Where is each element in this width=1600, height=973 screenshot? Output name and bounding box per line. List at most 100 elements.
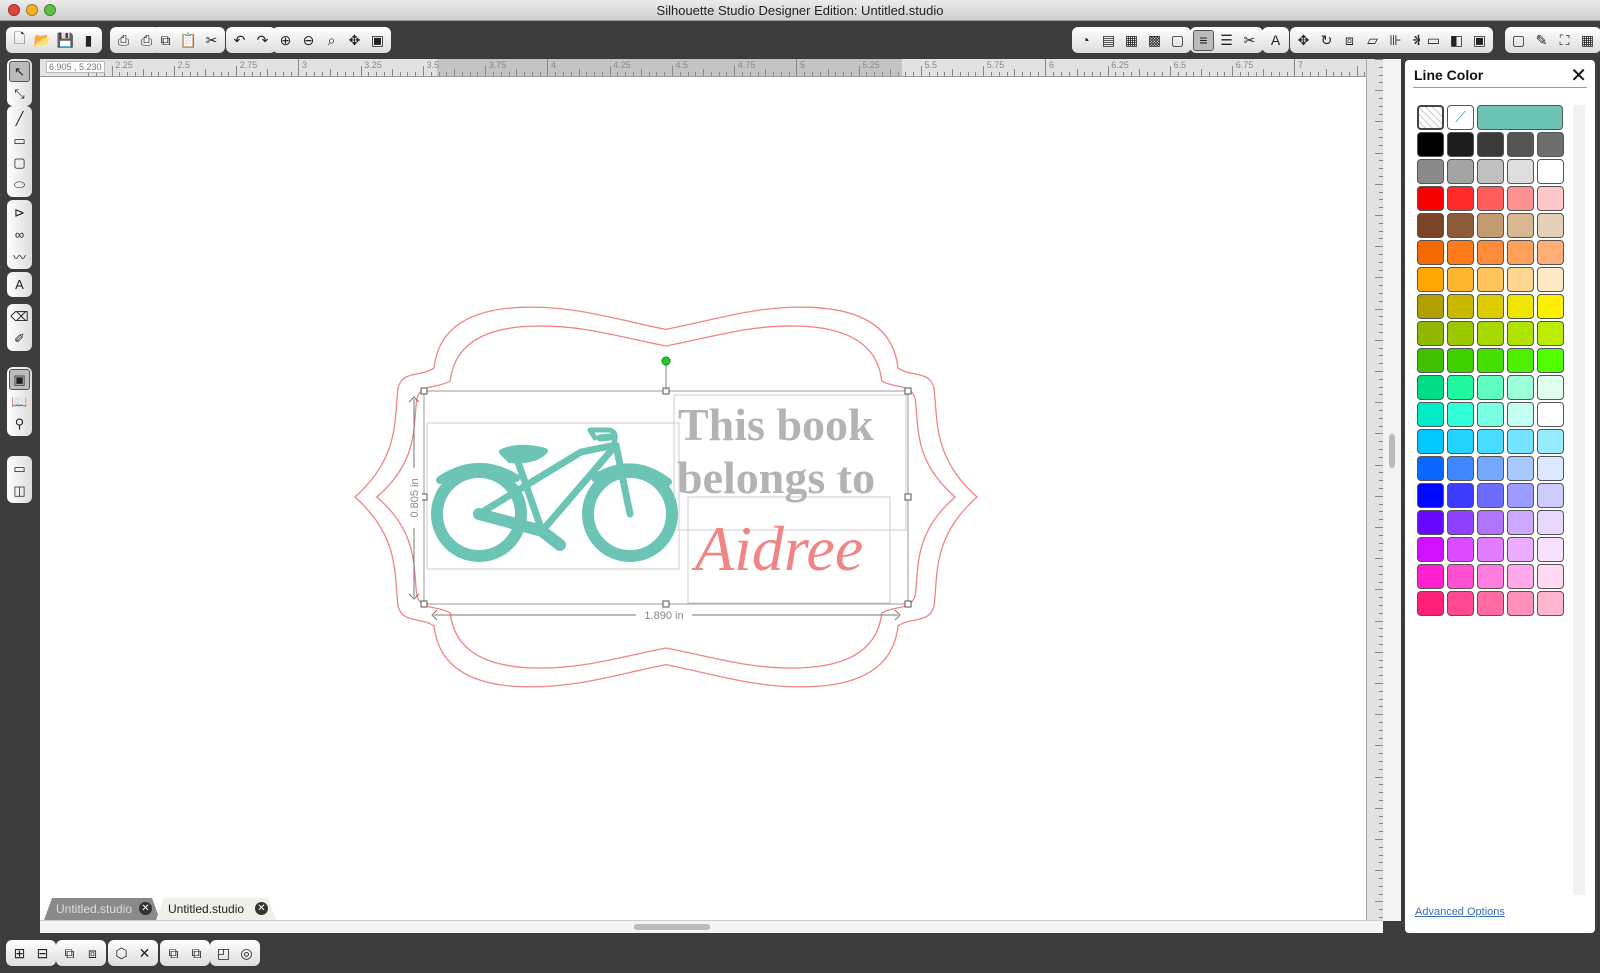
- color-swatch[interactable]: [1507, 456, 1534, 481]
- color-swatch[interactable]: [1417, 375, 1444, 400]
- color-swatch[interactable]: [1417, 267, 1444, 292]
- design-artwork[interactable]: This book belongs to Aidree 0.805 in 1.8…: [40, 77, 1366, 921]
- resize-handle[interactable]: [420, 600, 428, 608]
- color-swatch[interactable]: [1537, 132, 1564, 157]
- text-icon[interactable]: A: [9, 274, 30, 295]
- resize-handle[interactable]: [904, 600, 912, 608]
- color-swatch[interactable]: [1537, 294, 1564, 319]
- ellipse-icon[interactable]: ⬭: [9, 174, 30, 195]
- color-swatch[interactable]: [1537, 564, 1564, 589]
- color-swatch[interactable]: [1507, 375, 1534, 400]
- make-compound-path-icon[interactable]: ⧉: [59, 943, 80, 964]
- group-icon[interactable]: ⊞: [9, 943, 30, 964]
- color-swatch[interactable]: [1507, 402, 1534, 427]
- zoom-in-icon[interactable]: ⊕: [275, 30, 296, 51]
- shear-icon[interactable]: ▱: [1362, 30, 1383, 51]
- page-settings-icon[interactable]: ▭: [1423, 30, 1444, 51]
- color-swatch[interactable]: [1417, 483, 1444, 508]
- pan-icon[interactable]: ✥: [344, 30, 365, 51]
- color-swatch[interactable]: [1537, 375, 1564, 400]
- select-icon[interactable]: ↖: [9, 61, 30, 82]
- registration-icon[interactable]: ◧: [1446, 30, 1467, 51]
- color-swatch[interactable]: [1507, 294, 1534, 319]
- line-style-icon[interactable]: ▩: [1144, 30, 1165, 51]
- color-swatch[interactable]: [1477, 402, 1504, 427]
- open-icon[interactable]: 📂: [32, 30, 53, 51]
- color-swatch[interactable]: [1447, 132, 1474, 157]
- curve-icon[interactable]: ∞: [9, 224, 30, 245]
- color-swatch[interactable]: [1537, 186, 1564, 211]
- color-swatch[interactable]: [1447, 456, 1474, 481]
- eraser-icon[interactable]: ⌫: [9, 306, 30, 327]
- color-swatch[interactable]: [1477, 483, 1504, 508]
- color-swatch[interactable]: [1447, 321, 1474, 346]
- fit-to-page-icon[interactable]: ▣: [367, 30, 388, 51]
- color-swatch[interactable]: [1507, 159, 1534, 184]
- color-swatch[interactable]: [1477, 510, 1504, 535]
- horizontal-scroll-thumb[interactable]: [634, 924, 710, 930]
- color-swatch[interactable]: [1477, 294, 1504, 319]
- color-swatch[interactable]: [1477, 429, 1504, 454]
- color-swatch[interactable]: [1447, 402, 1474, 427]
- color-swatch[interactable]: [1417, 402, 1444, 427]
- scale-icon[interactable]: ⧈: [1339, 30, 1360, 51]
- color-swatch[interactable]: [1507, 510, 1534, 535]
- undo-icon[interactable]: ↶: [229, 30, 250, 51]
- media-border-icon[interactable]: ▢: [1508, 30, 1529, 51]
- zoom-window-button[interactable]: [44, 4, 56, 16]
- fullscreen-icon[interactable]: ⛶: [1554, 30, 1575, 51]
- tab-untitled-1[interactable]: Untitled.studio ✕: [44, 898, 160, 920]
- color-swatch[interactable]: [1447, 159, 1474, 184]
- redo-icon[interactable]: ↷: [252, 30, 273, 51]
- color-swatch[interactable]: [1537, 348, 1564, 373]
- close-tab-icon[interactable]: ✕: [255, 902, 268, 915]
- text-name[interactable]: Aidree: [691, 513, 863, 584]
- color-swatch[interactable]: [1477, 348, 1504, 373]
- zoom-out-icon[interactable]: ⊖: [298, 30, 319, 51]
- color-swatch[interactable]: [1417, 564, 1444, 589]
- zoom-selection-icon[interactable]: ⌕: [321, 30, 342, 51]
- eyedropper-icon[interactable]: ⟋: [1447, 105, 1474, 130]
- color-swatch[interactable]: [1477, 213, 1504, 238]
- color-swatch[interactable]: [1447, 564, 1474, 589]
- color-swatch[interactable]: [1417, 591, 1444, 616]
- color-swatch[interactable]: [1507, 483, 1534, 508]
- color-swatch[interactable]: [1477, 240, 1504, 265]
- align-icon[interactable]: ⊪: [1385, 30, 1406, 51]
- vertical-scroll-thumb[interactable]: [1389, 434, 1395, 468]
- color-swatch[interactable]: [1537, 429, 1564, 454]
- color-swatch[interactable]: [1417, 132, 1444, 157]
- color-swatch[interactable]: [1417, 456, 1444, 481]
- color-swatch[interactable]: [1477, 564, 1504, 589]
- print-icon[interactable]: ⎙: [113, 30, 134, 51]
- color-swatch[interactable]: [1537, 591, 1564, 616]
- color-swatch[interactable]: [1417, 159, 1444, 184]
- tab-untitled-2[interactable]: Untitled.studio ✕: [156, 898, 276, 920]
- grid-icon[interactable]: ▦: [1577, 30, 1598, 51]
- color-swatch[interactable]: [1477, 186, 1504, 211]
- offset-icon[interactable]: ◰: [213, 943, 234, 964]
- color-swatch[interactable]: [1477, 591, 1504, 616]
- split-pane-icon[interactable]: ◫: [9, 480, 30, 501]
- fill-pattern-icon[interactable]: ▦: [1121, 30, 1142, 51]
- polygon-icon[interactable]: ⊳: [9, 202, 30, 223]
- cut-settings-icon[interactable]: ✂: [1239, 30, 1260, 51]
- color-swatch[interactable]: [1537, 483, 1564, 508]
- color-swatch[interactable]: [1447, 294, 1474, 319]
- color-swatch[interactable]: [1537, 213, 1564, 238]
- line-color-icon[interactable]: ≡: [1193, 29, 1214, 51]
- color-swatch[interactable]: [1447, 213, 1474, 238]
- color-swatch[interactable]: [1537, 267, 1564, 292]
- save-to-library-icon[interactable]: ▮: [78, 30, 99, 51]
- close-tab-icon[interactable]: ✕: [139, 902, 152, 915]
- color-swatch[interactable]: [1537, 240, 1564, 265]
- close-panel-icon[interactable]: ✕: [1570, 63, 1587, 88]
- library-icon[interactable]: 📖: [9, 391, 30, 412]
- color-swatch[interactable]: [1417, 510, 1444, 535]
- no-color-swatch[interactable]: [1417, 105, 1444, 130]
- color-swatch[interactable]: [1507, 186, 1534, 211]
- paste-icon[interactable]: 📋: [178, 30, 199, 51]
- horizontal-scrollbar[interactable]: [40, 920, 1383, 933]
- weld-icon[interactable]: ⬡: [111, 943, 132, 964]
- single-pane-icon[interactable]: ▭: [9, 458, 30, 479]
